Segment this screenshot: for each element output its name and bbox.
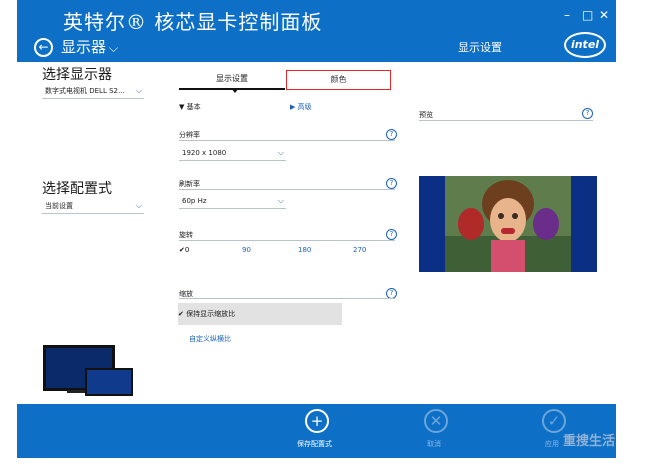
section-label: 显示器 — [61, 38, 107, 56]
minimize-button[interactable]: – — [564, 8, 570, 22]
display-select[interactable]: 数字式电视机 DELL S2… ⌵ — [42, 84, 144, 99]
check-icon: ✔ — [178, 310, 184, 318]
refresh-rate-label: 刷新率 — [179, 180, 200, 188]
select-profile-heading: 选择配置式 — [42, 181, 112, 197]
divider — [179, 189, 395, 190]
scaling-option-row[interactable]: ✔ 保持显示缩放比 — [178, 303, 342, 325]
rotation-label: 旋转 — [179, 231, 193, 239]
apply-button[interactable]: 应用 — [545, 439, 559, 449]
cancel-button[interactable]: 取消 — [427, 439, 441, 449]
basic-toggle-label: 基本 — [186, 103, 201, 111]
rotation-option-0[interactable]: ✔0 — [179, 246, 189, 254]
preview-image — [419, 176, 597, 272]
select-display-heading: 选择显示器 — [42, 67, 112, 83]
resolution-select[interactable]: 1920 x 1080 ⌵ — [179, 146, 286, 161]
help-icon[interactable]: ? — [386, 229, 397, 240]
profile-select[interactable]: 当前设置 ⌵ — [42, 199, 144, 214]
chevron-down-icon: ⌵ — [135, 86, 142, 95]
back-arrow-icon[interactable]: ← — [34, 38, 53, 57]
cancel-icon[interactable]: ✕ — [424, 409, 448, 433]
rotation-option-label: 0 — [184, 246, 190, 254]
maximize-button[interactable]: □ — [582, 8, 593, 22]
title-bar: 英特尔® 核芯显卡控制面板 ← 显示器 ⌵ – □ ✕ 显示设置 intel — [17, 0, 616, 62]
laptop-icon — [85, 368, 133, 396]
preview-label: 预览 — [419, 111, 433, 119]
close-button[interactable]: ✕ — [599, 8, 609, 22]
divider — [179, 240, 395, 241]
app-title: 英特尔® 核芯显卡控制面板 — [63, 10, 323, 34]
child-photo-illustration — [445, 176, 571, 272]
help-icon[interactable]: ? — [582, 108, 593, 119]
rotation-option-270[interactable]: 270 — [353, 246, 366, 254]
chevron-down-icon: ⌵ — [109, 41, 119, 55]
divider — [179, 140, 395, 141]
scaling-option-label: 保持显示缩放比 — [186, 310, 236, 318]
basic-toggle[interactable]: ▼ 基本 — [179, 102, 201, 112]
watermark: 重搜生活 — [563, 434, 616, 449]
advanced-toggle-label: 高级 — [297, 103, 312, 111]
display-select-value: 数字式电视机 DELL S2… — [45, 87, 125, 95]
add-icon[interactable]: + — [305, 409, 329, 433]
divider — [179, 298, 395, 299]
resolution-label: 分辨率 — [179, 131, 200, 139]
advanced-toggle[interactable]: ▶ 高级 — [290, 102, 312, 112]
refresh-rate-select[interactable]: 60p Hz ⌵ — [179, 194, 286, 209]
divider — [419, 120, 593, 121]
breadcrumb: 显示设置 — [458, 41, 502, 54]
rotation-option-180[interactable]: 180 — [298, 246, 311, 254]
help-icon[interactable]: ? — [386, 178, 397, 189]
chevron-down-icon: ⌵ — [277, 148, 284, 157]
tab-color[interactable]: 颜色 — [286, 70, 391, 90]
control-panel-window: 英特尔® 核芯显卡控制面板 ← 显示器 ⌵ – □ ✕ 显示设置 intel 选择… — [17, 0, 616, 458]
refresh-rate-select-value: 60p Hz — [182, 197, 207, 205]
help-icon[interactable]: ? — [386, 129, 397, 140]
intel-logo: intel — [564, 32, 606, 58]
profile-select-value: 当前设置 — [45, 202, 73, 210]
section-dropdown[interactable]: 显示器 ⌵ — [61, 36, 118, 57]
tab-display-settings[interactable]: 显示设置 — [179, 70, 285, 90]
resolution-select-value: 1920 x 1080 — [182, 149, 227, 157]
custom-aspect-ratio-link[interactable]: 自定义纵横比 — [189, 334, 231, 344]
chevron-down-icon: ⌵ — [135, 201, 142, 210]
preview-photo — [445, 176, 571, 272]
active-tab-indicator — [231, 88, 239, 93]
bottom-action-bar: + 保存配置式 ✕ 取消 ✓ 应用 — [17, 404, 616, 458]
chevron-down-icon: ⌵ — [277, 196, 284, 205]
rotation-option-90[interactable]: 90 — [242, 246, 251, 254]
save-profile-button[interactable]: 保存配置式 — [297, 439, 332, 449]
